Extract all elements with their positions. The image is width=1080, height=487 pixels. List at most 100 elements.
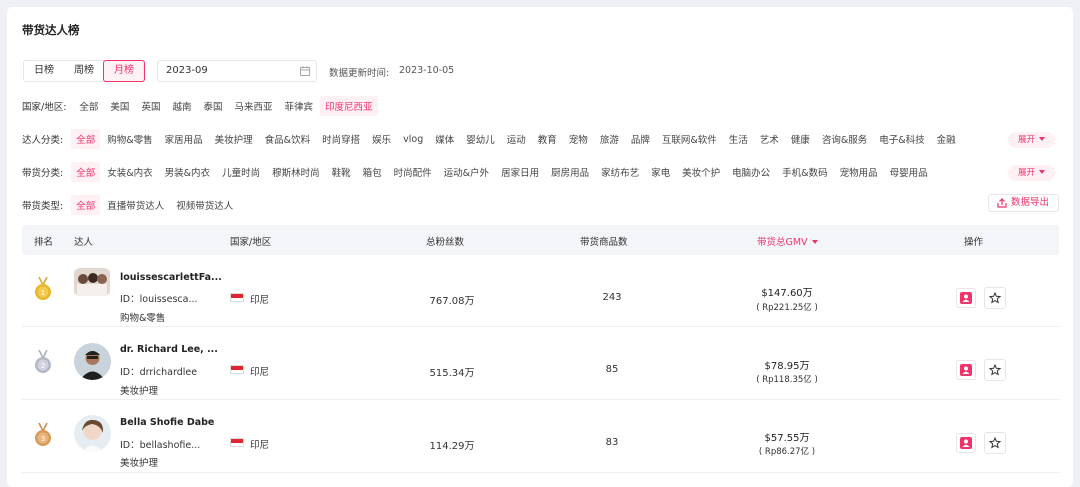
goods-category-option[interactable]: 儿童时尚 [217,162,265,182]
caret-down-icon [1039,137,1045,141]
country-name: 印尼 [250,440,270,451]
creator-category-option[interactable]: 食品&饮料 [260,129,315,149]
indonesia-flag-icon [230,293,244,302]
profile-button[interactable] [956,433,976,453]
star-icon [989,292,1001,304]
goods-category-option[interactable]: 居家日用 [496,162,544,182]
profile-button[interactable] [956,288,976,308]
favorite-button[interactable] [984,287,1006,309]
goods-category-label: 带货分类: [22,168,64,179]
period-tabs: 日榜 周榜 月榜 [23,60,145,82]
export-button[interactable]: 数据导出 [987,194,1059,212]
creator-category-option[interactable]: 生活 [724,129,753,149]
table-row[interactable]: 2 dr. Richard Lee, ... ID：drrichardlee 美… [22,328,1059,400]
creator-category-option[interactable]: 教育 [533,129,562,149]
creator-category-option[interactable]: 运动 [502,129,531,149]
tab-monthly[interactable]: 月榜 [103,60,145,82]
creator-category-option[interactable]: 美妆护理 [210,129,258,149]
gmv-local: ( Rp221.25亿 ) [756,303,818,313]
creator-category-option[interactable]: 互联网&软件 [657,129,722,149]
region-option-my[interactable]: 马来西亚 [229,96,277,116]
creator-name[interactable]: louissescarlettFa... [120,272,222,283]
creator-category-option[interactable]: 咨询&服务 [817,129,872,149]
favorite-button[interactable] [984,432,1006,454]
sales-type-option-video[interactable]: 视频带货达人 [171,195,238,215]
creator-category-option[interactable]: 婴幼儿 [461,129,500,149]
goods-category-option[interactable]: 宠物用品 [835,162,883,182]
goods-category-option[interactable]: 家纺布艺 [596,162,644,182]
creator-category-option[interactable]: 娱乐 [367,129,396,149]
goods-category-option[interactable]: 手机&数码 [777,162,832,182]
month-picker[interactable]: 2023-09 [157,60,317,82]
avatar[interactable] [74,415,111,452]
goods-category-option[interactable]: 家电 [646,162,675,182]
region-option-uk[interactable]: 英国 [136,96,165,116]
avatar[interactable] [74,268,110,296]
creator-category-option[interactable]: 购物&零售 [102,129,157,149]
goods-category-option[interactable]: 鞋靴 [327,162,356,182]
creator-category-option[interactable]: 家居用品 [160,129,208,149]
tab-daily[interactable]: 日榜 [24,61,64,81]
export-label: 数据导出 [1010,197,1049,208]
month-picker-value: 2023-09 [166,65,208,76]
creator-category-option[interactable]: 品牌 [626,129,655,149]
sales-type-option-all[interactable]: 全部 [71,195,101,215]
header-rank: 排名 [34,237,54,248]
region-option-all[interactable]: 全部 [74,96,103,116]
creator-category-option[interactable]: vlog [398,131,428,148]
creator-category-expand-button[interactable]: 展开 [1007,132,1055,148]
profile-button[interactable] [956,360,976,380]
goods-category-filter: 带货分类: 全部 女装&内衣 男装&内衣 儿童时尚 穆斯林时尚 鞋靴 箱包 时尚配件 运动&户外… [22,162,935,182]
region-option-id[interactable]: 印度尼西亚 [320,96,378,116]
creator-category-option[interactable]: 媒体 [430,129,459,149]
goods-category-option[interactable]: 母婴用品 [885,162,933,182]
svg-text:3: 3 [41,435,45,443]
creator-category-option[interactable]: 时尚穿搭 [317,129,365,149]
export-icon [997,198,1007,208]
region-option-th[interactable]: 泰国 [198,96,227,116]
favorite-button[interactable] [984,359,1006,381]
creator-category-option[interactable]: 旅游 [595,129,624,149]
creator-category-label: 达人分类: [22,135,64,146]
gmv-local: ( Rp118.35亿 ) [756,375,818,385]
goods-category-option[interactable]: 电脑办公 [727,162,775,182]
goods-category-option[interactable]: 厨房用品 [546,162,594,182]
region-option-us[interactable]: 美国 [105,96,134,116]
goods-category-option[interactable]: 美妆个护 [677,162,725,182]
header-fans[interactable]: 总粉丝数 [426,234,464,248]
goods-category-option[interactable]: 全部 [71,162,101,182]
table-row[interactable]: 1 louissescarlettFa... ID：louissesca... … [22,255,1059,327]
goods-category-option[interactable]: 穆斯林时尚 [267,162,325,182]
creator-name[interactable]: Bella Shofie Dabe [120,417,214,428]
goods-category-option[interactable]: 时尚配件 [389,162,437,182]
avatar[interactable] [74,343,111,380]
sales-type-option-live[interactable]: 直播带货达人 [102,195,169,215]
creator-category-option[interactable]: 全部 [71,129,101,149]
goods-category-option[interactable]: 箱包 [358,162,387,182]
star-icon [989,437,1001,449]
creator-category-option[interactable]: 宠物 [564,129,593,149]
creator-name[interactable]: dr. Richard Lee, ... [120,344,218,355]
header-gmv[interactable]: 带货总GMV [757,234,818,248]
goods-category-option[interactable]: 女装&内衣 [102,162,157,182]
silver-medal-icon: 2 [35,350,51,373]
creator-category-option[interactable]: 电子&科技 [874,129,929,149]
sales-type-label: 带货类型: [22,201,64,212]
region-option-ph[interactable]: 菲律宾 [280,96,319,116]
goods-category-option[interactable]: 男装&内衣 [160,162,215,182]
creator-category-option[interactable]: 艺术 [755,129,784,149]
goods-category-expand-button[interactable]: 展开 [1007,165,1055,181]
fans-count: 114.29万 [429,441,475,452]
region-option-vn[interactable]: 越南 [167,96,196,116]
creator-id: ID：bellashofie... [120,440,201,451]
goods-category-option[interactable]: 运动&户外 [439,162,494,182]
fans-count: 767.08万 [429,296,475,307]
update-time-value: 2023-10-05 [399,65,455,76]
header-goods[interactable]: 带货商品数 [580,234,628,248]
table-header: 排名 达人 国家/地区 总粉丝数 带货商品数 带货总GMV 操作 [22,225,1059,255]
header-region: 国家/地区 [230,237,272,248]
creator-category-option[interactable]: 金融 [932,129,961,149]
tab-weekly[interactable]: 周榜 [64,61,104,81]
table-row[interactable]: 3 Bella Shofie Dabe ID：bellashofie... 美妆… [22,401,1059,473]
creator-category-option[interactable]: 健康 [786,129,815,149]
